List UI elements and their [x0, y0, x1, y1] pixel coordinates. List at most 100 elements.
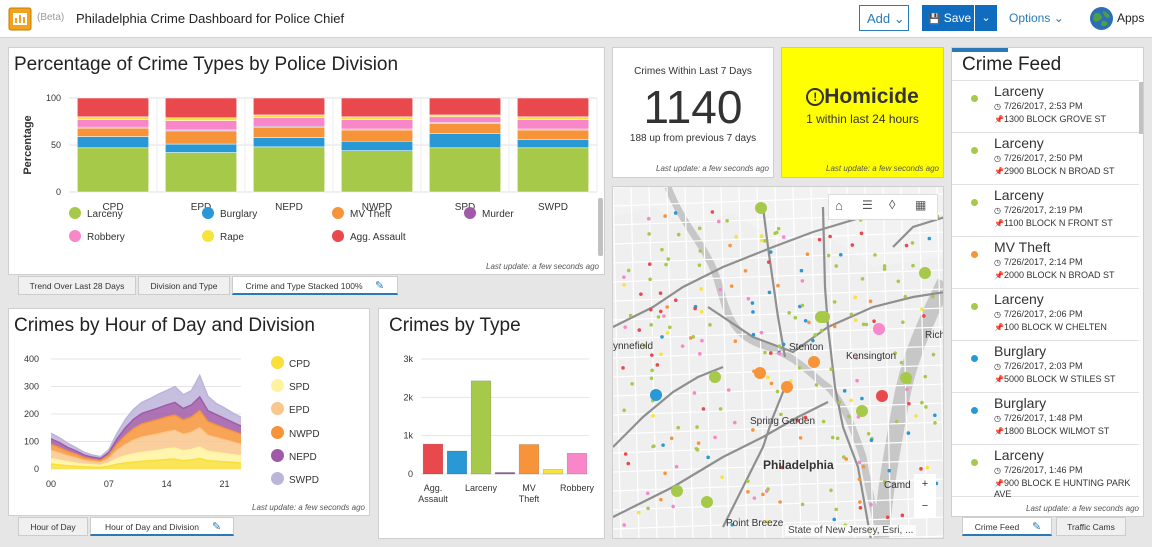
crime-point[interactable]: [674, 464, 679, 469]
crime-point[interactable]: [925, 465, 930, 470]
crime-point[interactable]: [637, 328, 642, 332]
crime-marker[interactable]: [856, 405, 868, 417]
crime-point[interactable]: [860, 396, 864, 401]
bar-segment-robbery[interactable]: [253, 117, 325, 127]
crime-point[interactable]: [894, 419, 899, 424]
bar-burglary[interactable]: [446, 450, 468, 475]
crime-point[interactable]: [766, 375, 770, 380]
crime-point[interactable]: [699, 309, 704, 314]
bar-segment-burglary[interactable]: [429, 133, 501, 149]
bar-segment-larceny[interactable]: [429, 147, 501, 193]
crime-point[interactable]: [799, 268, 804, 273]
bar-segment-rape[interactable]: [517, 116, 589, 120]
crime-point[interactable]: [882, 264, 887, 268]
crime-point[interactable]: [759, 234, 764, 238]
crime-point[interactable]: [648, 277, 652, 282]
bar-segment-agg_assault[interactable]: [341, 97, 413, 118]
crime-point[interactable]: [725, 219, 729, 223]
bar-segment-burglary[interactable]: [517, 139, 589, 149]
crime-point[interactable]: [860, 277, 865, 281]
crime-point[interactable]: [691, 335, 696, 339]
crime-point[interactable]: [873, 253, 877, 257]
crime-point[interactable]: [666, 257, 671, 261]
crime-point[interactable]: [911, 263, 915, 268]
crime-point[interactable]: [923, 374, 928, 379]
crime-point[interactable]: [630, 381, 634, 386]
crime-marker[interactable]: [701, 496, 713, 508]
crime-point[interactable]: [803, 319, 808, 323]
legend-item-agg_assault[interactable]: Agg. Assault: [332, 230, 406, 243]
crime-point[interactable]: [669, 436, 674, 441]
crime-point[interactable]: [800, 279, 805, 283]
bar-rape[interactable]: [542, 469, 564, 475]
crime-point[interactable]: [832, 324, 837, 329]
bar-segment-burglary[interactable]: [341, 140, 413, 151]
crime-point[interactable]: [661, 443, 665, 447]
crime-point[interactable]: [639, 292, 643, 296]
crime-point[interactable]: [861, 322, 866, 327]
crime-point[interactable]: [834, 507, 839, 512]
crime-point[interactable]: [766, 487, 770, 491]
crime-point[interactable]: [732, 420, 737, 425]
crime-point[interactable]: [713, 435, 717, 440]
crime-point[interactable]: [668, 325, 672, 330]
bar-segment-rape[interactable]: [429, 114, 501, 118]
crime-point[interactable]: [847, 414, 851, 419]
crime-point[interactable]: [793, 315, 798, 320]
crime-point[interactable]: [781, 342, 786, 347]
feed-item[interactable]: Larceny ◷ 7/26/2017, 2:06 PM 📌100 BLOCK W C…: [952, 289, 1139, 341]
crime-point[interactable]: [828, 234, 832, 239]
crime-point[interactable]: [665, 331, 670, 335]
save-dropdown-button[interactable]: ⌄: [975, 5, 997, 31]
crime-point[interactable]: [626, 461, 631, 466]
bar-larceny[interactable]: [470, 380, 492, 475]
crime-point[interactable]: [773, 231, 777, 236]
crime-point[interactable]: [778, 500, 782, 504]
crime-point[interactable]: [933, 421, 937, 425]
crime-point[interactable]: [746, 489, 750, 494]
crime-point[interactable]: [777, 344, 782, 349]
legend-item-swpd[interactable]: SWPD: [271, 472, 319, 486]
legend-item-larceny[interactable]: Larceny: [69, 207, 123, 220]
bar-segment-burglary[interactable]: [165, 143, 237, 153]
crime-point[interactable]: [760, 238, 764, 243]
crime-point[interactable]: [922, 314, 926, 318]
layers-icon[interactable]: ◊: [889, 197, 895, 212]
crime-point[interactable]: [660, 247, 664, 252]
crime-point[interactable]: [716, 219, 721, 224]
crime-point[interactable]: [649, 376, 654, 381]
crime-point[interactable]: [680, 344, 685, 348]
crime-point[interactable]: [781, 235, 786, 239]
crime-point[interactable]: [882, 267, 887, 271]
crime-point[interactable]: [868, 299, 873, 304]
crime-point[interactable]: [734, 234, 739, 239]
pencil-icon[interactable]: ✎: [212, 520, 221, 533]
globe-icon[interactable]: [1089, 6, 1114, 31]
crime-marker[interactable]: [709, 371, 721, 383]
feed-item[interactable]: MV Theft ◷ 7/26/2017, 2:14 PM 📌2000 BLOCK N…: [952, 237, 1139, 289]
crime-point[interactable]: [659, 352, 663, 356]
feed-item[interactable]: Larceny ◷ 7/26/2017, 2:50 PM 📌2900 BLOCK N …: [952, 133, 1139, 185]
feed-item[interactable]: Burglary ◷ 7/26/2017, 1:48 PM 📌1800 BLOCK W…: [952, 393, 1139, 445]
crime-point[interactable]: [853, 318, 858, 322]
bar-segment-larceny[interactable]: [517, 147, 589, 193]
crime-point[interactable]: [855, 378, 859, 383]
crime-point[interactable]: [651, 414, 655, 418]
crime-point[interactable]: [817, 237, 822, 242]
crime-point[interactable]: [622, 275, 626, 279]
crime-point[interactable]: [622, 523, 626, 527]
crime-marker[interactable]: [876, 390, 888, 402]
bar-segment-agg_assault[interactable]: [77, 97, 149, 118]
crime-point[interactable]: [628, 313, 633, 318]
crime-marker[interactable]: [900, 372, 912, 384]
bar-segment-rape[interactable]: [341, 116, 413, 120]
bar-segment-mv_theft[interactable]: [253, 126, 325, 138]
bar-segment-mv_theft[interactable]: [517, 129, 589, 140]
options-button[interactable]: Options ⌄: [1009, 11, 1064, 25]
crime-point[interactable]: [751, 428, 755, 432]
list-icon[interactable]: ☰: [862, 198, 873, 212]
bar-segment-larceny[interactable]: [165, 152, 237, 193]
crime-point[interactable]: [910, 241, 915, 245]
legend-item-nepd[interactable]: NEPD: [271, 448, 317, 463]
crime-point[interactable]: [844, 457, 849, 461]
